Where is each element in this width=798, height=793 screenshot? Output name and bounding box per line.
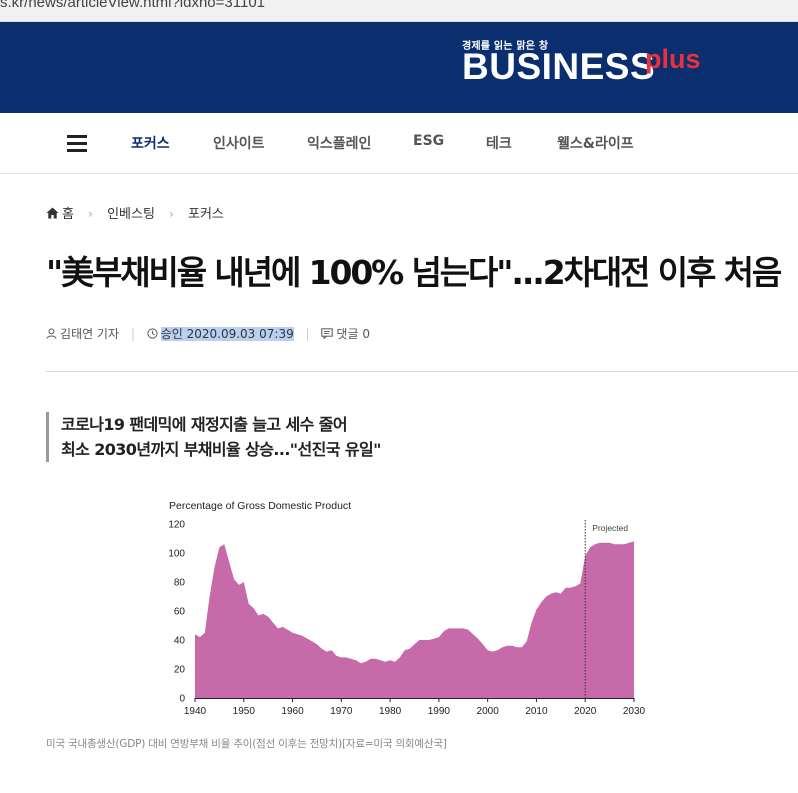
breadcrumb-item-focus[interactable]: 포커스 — [188, 207, 224, 222]
x-tick-label: 2030 — [623, 706, 646, 717]
breadcrumb-item-investing[interactable]: 인베스팅 — [107, 207, 155, 222]
y-tick-label: 120 — [168, 520, 185, 531]
main-nav: 포커스 인사이트 익스플레인 ESG 테크 웰스&라이프 — [0, 113, 798, 174]
chart-title: Percentage of Gross Domestic Product — [169, 500, 351, 512]
logo-plus-text: plus — [645, 44, 701, 74]
breadcrumb-home-label: 홈 — [62, 207, 74, 222]
debt-to-gdp-chart: Percentage of Gross Domestic Product 0 20… — [168, 500, 646, 717]
y-tick-label: 60 — [174, 607, 186, 618]
nav-item-insight[interactable]: 인사이트 — [213, 133, 265, 153]
article-headline: "美부채비율 내년에 100% 넘는다"...2차대전 이후 처음 — [46, 253, 782, 292]
y-tick-label: 80 — [174, 578, 186, 589]
subheading-line-1: 코로나19 팬데믹에 재정지출 늘고 세수 줄어 — [61, 415, 348, 434]
article-subheading: 코로나19 팬데믹에 재정지출 늘고 세수 줄어 최소 2030년까지 부채비율… — [46, 412, 381, 462]
comment-count[interactable]: 댓글 0 — [336, 327, 370, 341]
y-tick-label: 0 — [179, 694, 185, 705]
nav-item-focus[interactable]: 포커스 — [131, 133, 170, 153]
y-tick-label: 20 — [174, 665, 186, 676]
subheading-line-2: 최소 2030년까지 부채비율 상승..."선진국 유일" — [61, 440, 381, 459]
author-name: 김태연 기자 — [60, 327, 120, 341]
x-tick-label: 1960 — [281, 706, 304, 717]
x-tick-label: 1950 — [233, 706, 256, 717]
comment-icon — [321, 328, 334, 340]
user-icon — [46, 328, 57, 339]
meta-divider: | — [130, 327, 135, 341]
x-tick-label: 2000 — [477, 706, 500, 717]
chart-caption: 미국 국내총생산(GDP) 대비 연방부채 비율 추이(점선 이후는 전망치)[… — [46, 738, 447, 750]
article-meta: 김태연 기자 | 승인 2020.09.03 07:39 | 댓글 0 — [46, 325, 370, 342]
x-tick-label: 1980 — [379, 706, 402, 717]
nav-item-wealth-life[interactable]: 웰스&라이프 — [557, 133, 634, 153]
series-area — [195, 541, 634, 698]
divider — [46, 371, 798, 372]
nav-item-tech[interactable]: 테크 — [486, 133, 512, 153]
nav-item-esg[interactable]: ESG — [413, 133, 444, 149]
address-bar[interactable]: s.kr/news/articleView.html?idxno=31101 — [0, 0, 798, 22]
nav-item-explain[interactable]: 익스플레인 — [307, 133, 371, 153]
x-tick-label: 1990 — [428, 706, 451, 717]
y-tick-label: 100 — [168, 549, 185, 560]
projected-label: Projected — [592, 523, 628, 533]
breadcrumb: 홈 › 인베스팅 › 포커스 — [46, 203, 224, 222]
approval-date: 승인 2020.09.03 07:39 — [160, 327, 294, 341]
home-icon — [46, 207, 59, 219]
x-tick-label: 2010 — [525, 706, 548, 717]
clock-icon — [147, 328, 158, 339]
meta-divider: | — [305, 327, 310, 341]
site-header: 경제를 읽는 맑은 창 BUSINESS plus — [0, 22, 798, 113]
hamburger-menu-icon[interactable] — [67, 135, 87, 152]
breadcrumb-home[interactable]: 홈 — [46, 207, 78, 222]
url-text: s.kr/news/articleView.html?idxno=31101 — [0, 0, 266, 11]
chevron-right-icon: › — [169, 207, 174, 221]
x-tick-label: 1940 — [184, 706, 207, 717]
x-tick-label: 2020 — [574, 706, 597, 717]
chevron-right-icon: › — [88, 207, 93, 221]
y-tick-label: 40 — [174, 636, 186, 647]
x-tick-label: 1970 — [330, 706, 353, 717]
site-logo[interactable]: BUSINESS plus — [462, 44, 701, 87]
logo-business-text: BUSINESS — [462, 46, 656, 87]
